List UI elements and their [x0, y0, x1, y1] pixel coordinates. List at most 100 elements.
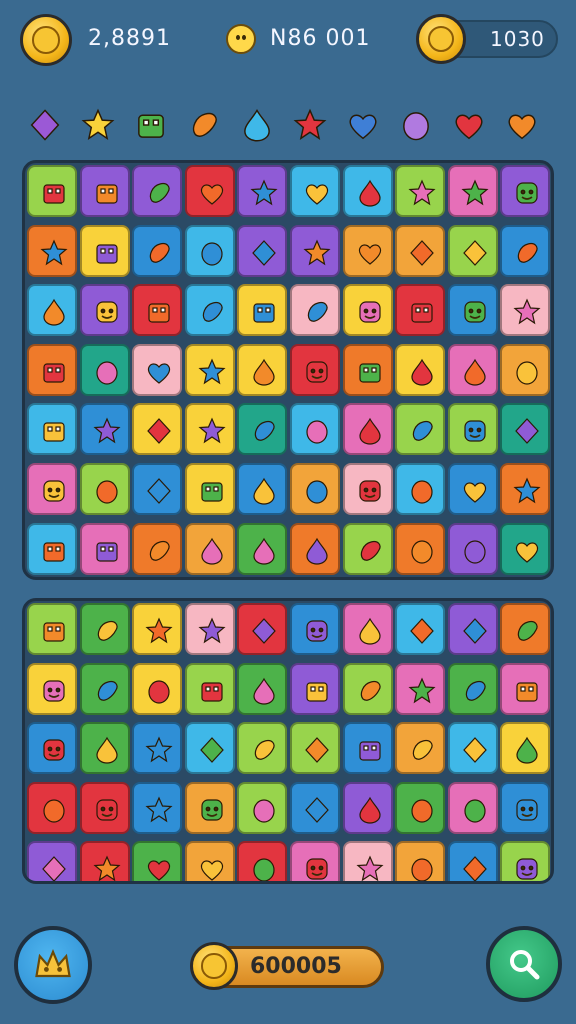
gem-tile[interactable]	[342, 284, 393, 337]
shop-crown-button[interactable]	[14, 926, 92, 1004]
gem-tile[interactable]	[27, 463, 77, 515]
gem-tile[interactable]	[290, 603, 340, 655]
gem-tile[interactable]	[395, 343, 446, 396]
gem-tile[interactable]	[237, 224, 288, 277]
gem-tile[interactable]	[395, 522, 446, 575]
gem-tile[interactable]	[395, 165, 446, 217]
search-button[interactable]	[486, 926, 562, 1002]
gem-tile[interactable]	[395, 603, 446, 655]
gem-tile[interactable]	[132, 522, 183, 575]
gem-tile[interactable]	[447, 403, 498, 456]
gem-tile[interactable]	[500, 781, 551, 834]
gem-tile[interactable]	[184, 603, 235, 655]
gem-tile[interactable]	[79, 662, 130, 715]
gem-tile[interactable]	[79, 522, 130, 575]
gem-tile[interactable]	[184, 403, 235, 456]
gem-tile[interactable]	[132, 841, 183, 881]
gem-tile[interactable]	[290, 781, 340, 834]
gem-tile[interactable]	[500, 403, 551, 456]
gem-tile[interactable]	[79, 841, 130, 881]
gem-tile[interactable]	[395, 781, 446, 834]
gem-tile[interactable]	[79, 165, 130, 217]
gem-tile[interactable]	[27, 165, 77, 217]
gem-tile[interactable]	[447, 522, 498, 575]
gem-tile[interactable]	[132, 224, 183, 277]
quill-coin-icon[interactable]	[416, 14, 466, 64]
gem-tile[interactable]	[290, 522, 340, 575]
gold-coin-icon[interactable]	[20, 14, 72, 66]
gem-tile[interactable]	[27, 224, 77, 277]
gem-tile[interactable]	[79, 722, 130, 775]
gem-tile[interactable]	[500, 662, 551, 715]
gem-tile[interactable]	[447, 463, 498, 515]
gem-tile[interactable]	[237, 522, 288, 575]
gem-tile[interactable]	[27, 781, 77, 834]
gem-tile[interactable]	[342, 224, 393, 277]
gem-tile[interactable]	[447, 603, 498, 655]
gem-tile[interactable]	[290, 343, 340, 396]
gem-tile[interactable]	[27, 403, 77, 456]
gem-tile[interactable]	[132, 662, 183, 715]
gem-tile[interactable]	[79, 343, 130, 396]
gem-tile[interactable]	[395, 403, 446, 456]
gem-tile[interactable]	[184, 522, 235, 575]
gem-tile[interactable]	[500, 522, 551, 575]
gem-tile[interactable]	[342, 603, 393, 655]
gem-tile[interactable]	[27, 662, 77, 715]
gem-tile[interactable]	[27, 343, 77, 396]
gem-tile[interactable]	[290, 224, 340, 277]
gem-tile[interactable]	[500, 343, 551, 396]
gem-tile[interactable]	[342, 343, 393, 396]
gem-tile[interactable]	[79, 603, 130, 655]
gem-tile[interactable]	[500, 463, 551, 515]
gem-tile[interactable]	[27, 284, 77, 337]
gem-tile[interactable]	[290, 662, 340, 715]
gem-tile[interactable]	[79, 224, 130, 277]
gem-tile[interactable]	[79, 284, 130, 337]
gem-tile[interactable]	[447, 165, 498, 217]
gem-tile[interactable]	[132, 722, 183, 775]
gem-tile[interactable]	[500, 165, 551, 217]
gem-tile[interactable]	[500, 603, 551, 655]
gem-tile[interactable]	[395, 284, 446, 337]
gem-tile[interactable]	[290, 463, 340, 515]
gem-tile[interactable]	[342, 165, 393, 217]
gem-tile[interactable]	[237, 284, 288, 337]
gem-tile[interactable]	[132, 463, 183, 515]
gem-tile[interactable]	[447, 284, 498, 337]
gem-tile[interactable]	[395, 841, 446, 881]
gem-tile[interactable]	[447, 841, 498, 881]
gem-tile[interactable]	[395, 224, 446, 277]
gem-tile[interactable]	[184, 841, 235, 881]
gem-tile[interactable]	[79, 403, 130, 456]
gem-tile[interactable]	[500, 841, 551, 881]
gem-tile[interactable]	[342, 841, 393, 881]
gem-tile[interactable]	[342, 403, 393, 456]
gem-tile[interactable]	[237, 662, 288, 715]
gem-tile[interactable]	[500, 224, 551, 277]
gem-tile[interactable]	[342, 781, 393, 834]
gem-tile[interactable]	[290, 284, 340, 337]
gem-tile[interactable]	[184, 662, 235, 715]
gem-tile[interactable]	[132, 603, 183, 655]
gem-tile[interactable]	[132, 781, 183, 834]
gem-tile[interactable]	[447, 662, 498, 715]
gem-tile[interactable]	[237, 403, 288, 456]
gem-tile[interactable]	[290, 841, 340, 881]
gem-tile[interactable]	[27, 522, 77, 575]
gem-tile[interactable]	[132, 165, 183, 217]
gem-tile[interactable]	[447, 343, 498, 396]
gem-tile[interactable]	[79, 463, 130, 515]
gem-tile[interactable]	[237, 343, 288, 396]
gem-tile[interactable]	[500, 722, 551, 775]
gem-tile[interactable]	[132, 284, 183, 337]
gem-tile[interactable]	[79, 781, 130, 834]
gem-tile[interactable]	[342, 463, 393, 515]
gem-tile[interactable]	[184, 165, 235, 217]
gem-tile[interactable]	[500, 284, 551, 337]
gem-tile[interactable]	[184, 343, 235, 396]
gem-tile[interactable]	[27, 603, 77, 655]
gem-tile[interactable]	[27, 722, 77, 775]
gem-tile[interactable]	[27, 841, 77, 881]
gem-tile[interactable]	[237, 463, 288, 515]
